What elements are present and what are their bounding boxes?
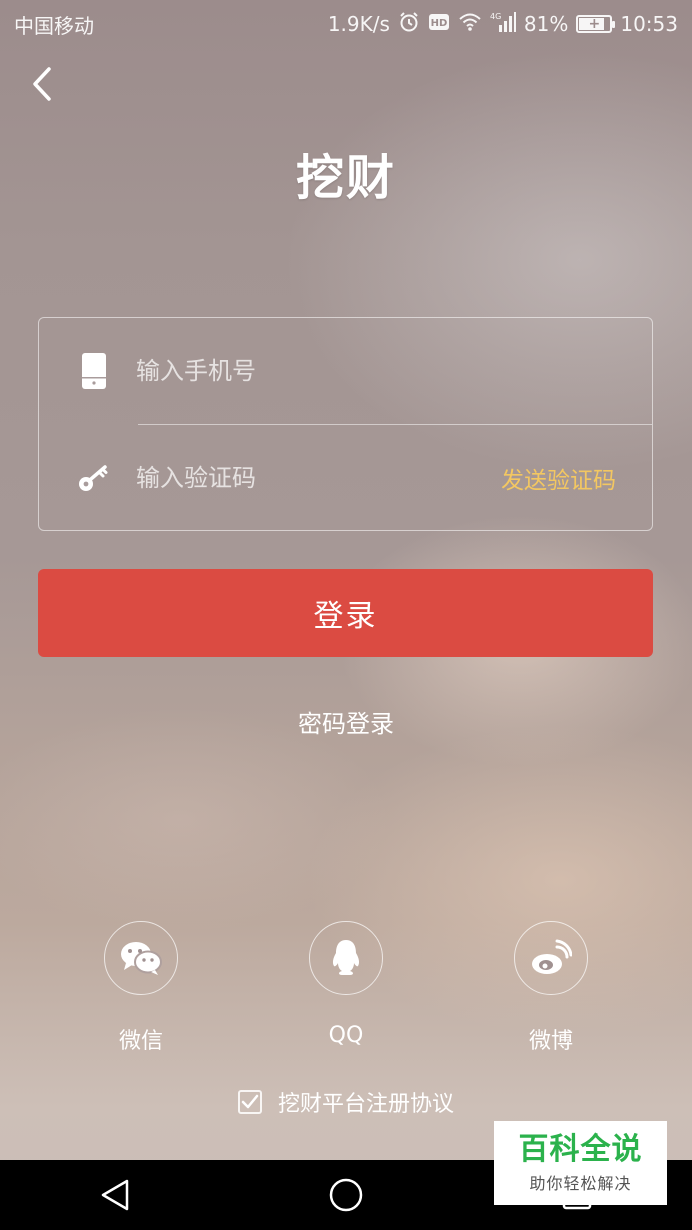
watermark-title: 百科全说 [518,1131,643,1167]
check-icon [241,1094,259,1109]
send-code-button[interactable]: 发送验证码 [501,461,616,495]
back-triangle-icon [102,1179,129,1211]
weibo-icon-circle [514,921,588,995]
status-indicators: 1.9K/s HD 4G 81% + 10:53 [328,11,678,38]
social-label: QQ [328,1023,364,1048]
network-type: 4G [490,12,501,21]
wechat-icon [121,942,162,975]
login-form: 发送验证码 [38,317,653,531]
login-button[interactable]: 登录 [38,569,653,657]
key-icon [69,463,119,493]
wifi-icon [458,12,482,37]
qq-icon-circle [309,921,383,995]
clock-time: 10:53 [620,12,678,36]
password-login-row: 密码登录 [0,704,692,739]
qq-icon [332,940,360,975]
weibo-login-button[interactable]: 微博 [476,921,626,1055]
password-login-link[interactable]: 密码登录 [298,710,394,738]
chevron-left-icon [33,67,51,101]
social-label: 微博 [528,1029,573,1054]
battery-percent: 81% [523,12,569,36]
verification-code-input[interactable] [134,463,501,493]
alarm-icon [398,11,420,38]
app-title: 挖财 [295,150,396,206]
wechat-icon-circle [104,921,178,995]
signal-icon: 4G [490,11,516,38]
phone-row [39,318,652,424]
back-button[interactable] [22,62,62,106]
nav-back-button[interactable] [75,1165,155,1225]
weibo-icon [532,939,572,974]
charging-plus-icon: + [588,16,601,32]
agreement-link[interactable]: 挖财平台注册协议 [278,1086,454,1118]
qq-login-button[interactable]: QQ [271,921,421,1048]
agreement-row: 挖财平台注册协议 [0,1086,692,1118]
svg-text:HD: HD [431,18,448,29]
nav-home-button[interactable] [306,1165,386,1225]
watermark-badge: 百科全说 助你轻松解决 [494,1121,667,1205]
home-circle-icon [329,1178,363,1212]
hd-icon: HD [428,12,450,37]
battery-charging-icon: + [576,15,616,33]
net-speed: 1.9K/s [327,12,390,36]
code-row: 发送验证码 [39,425,652,531]
wechat-login-button[interactable]: 微信 [66,921,216,1055]
carrier-label: 中国移动 [14,13,94,38]
phone-icon [69,352,119,390]
watermark-subtitle: 助你轻松解决 [529,1173,632,1193]
phone-input[interactable] [134,356,652,386]
status-bar: 中国移动 1.9K/s HD 4G 81% + 10:53 [0,0,692,48]
social-label: 微信 [118,1029,163,1054]
agreement-checkbox[interactable] [237,1090,262,1114]
